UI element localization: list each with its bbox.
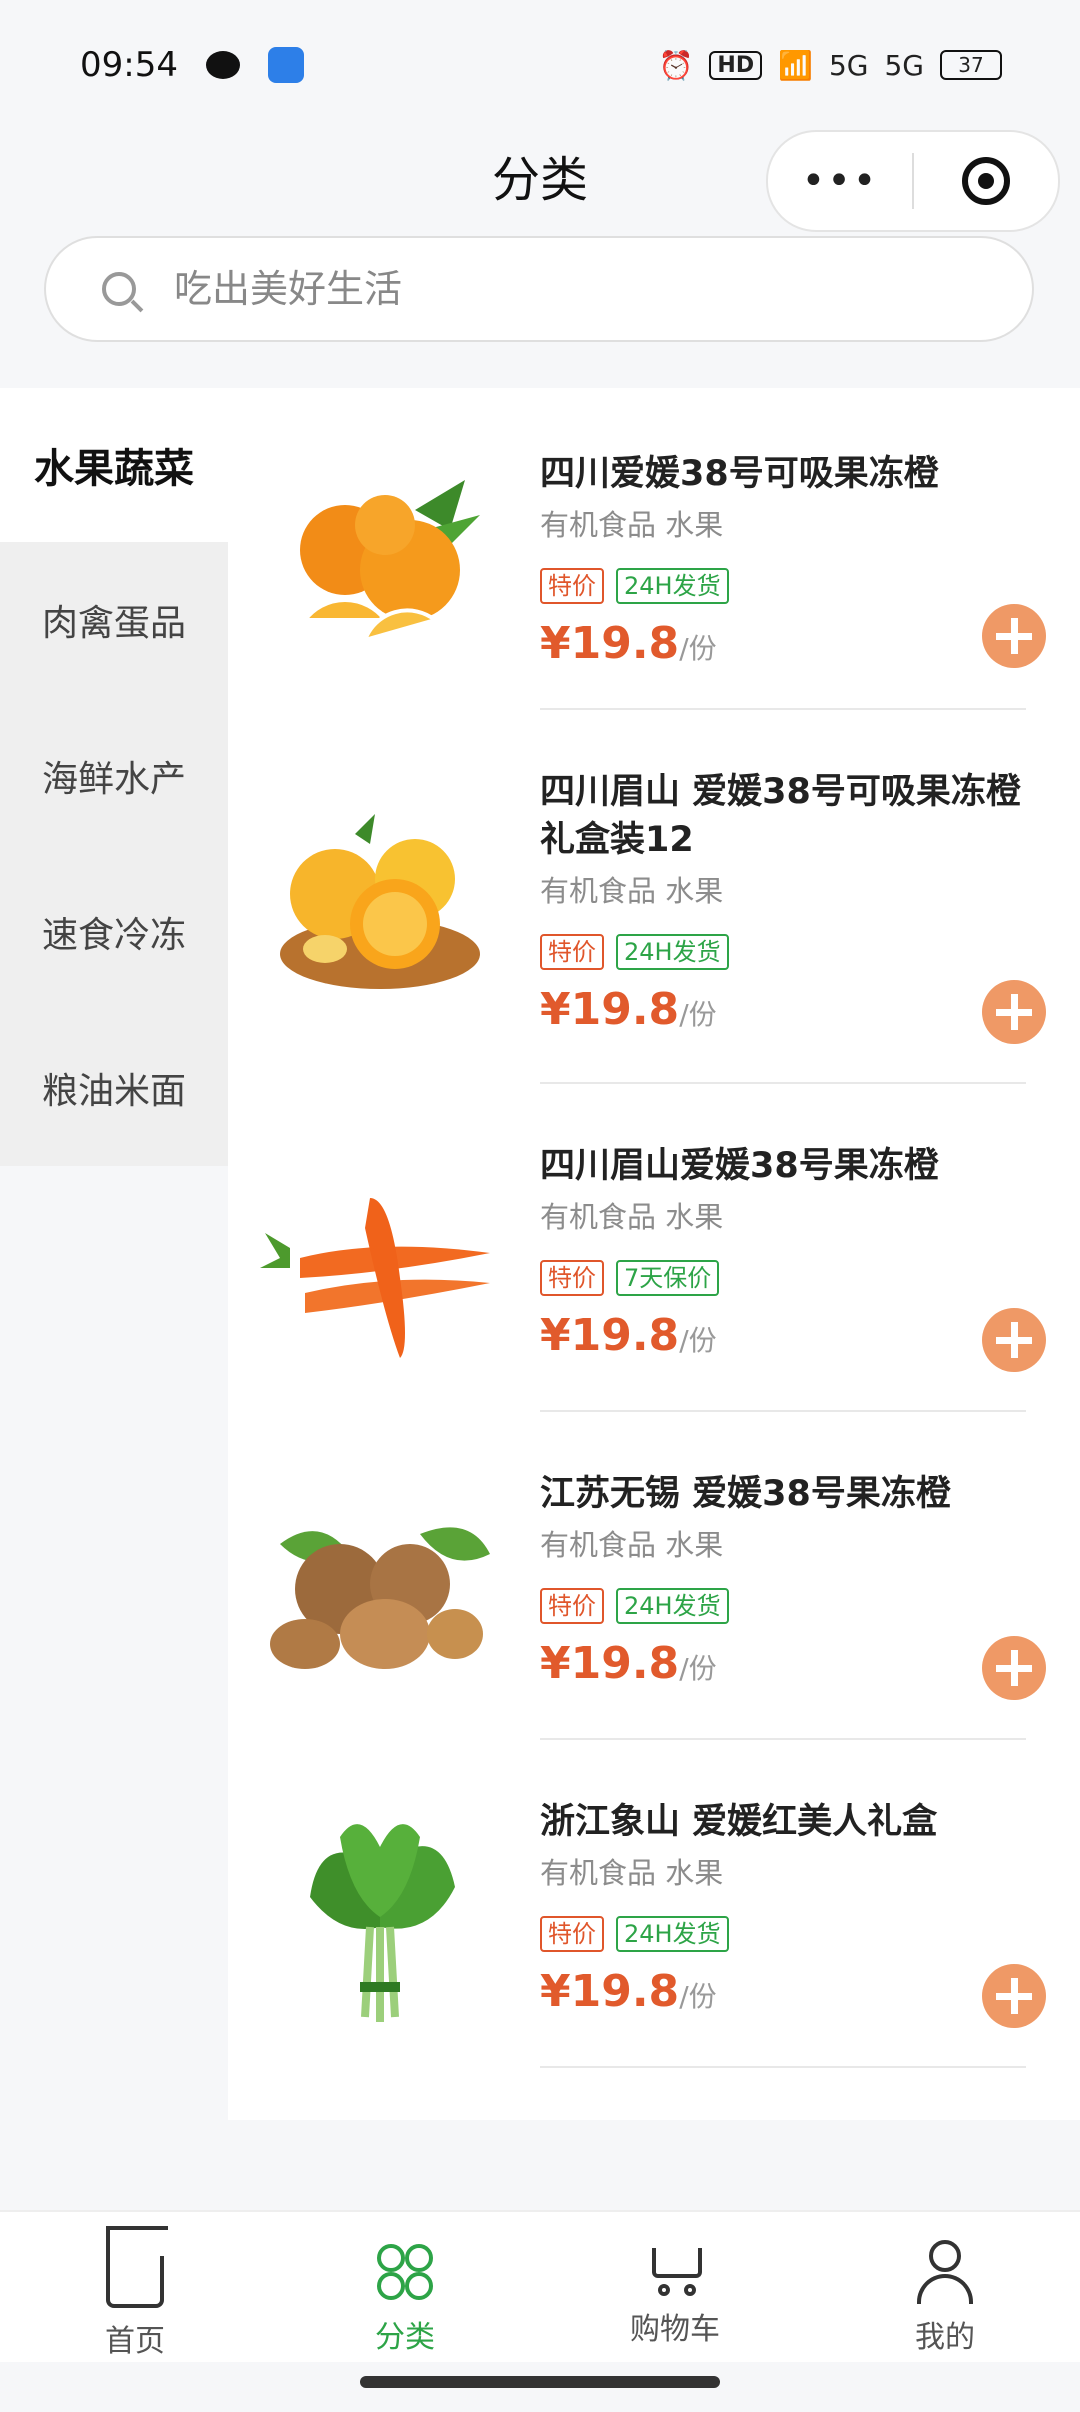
sidebar-item-label: 速食冷冻 [41, 915, 186, 956]
price-value: ¥19.8 [540, 1966, 680, 2017]
status-time: 09:54 [80, 45, 178, 85]
signal-icon-1: 5G [828, 48, 869, 82]
user-icon [915, 2240, 975, 2304]
price-unit: /份 [679, 1324, 717, 1357]
target-icon [962, 157, 1010, 205]
tag-price-protection: 7天保价 [616, 1260, 720, 1296]
product-image-walnut[interactable] [250, 1464, 510, 1724]
product-category: 有机食品 水果 [540, 508, 724, 542]
tab-category[interactable]: 分类 [270, 2212, 540, 2362]
tag-special-price: 特价 [540, 934, 604, 970]
product-name: 四川眉山 爱媛38号可吸果冻橙礼盒装12 [540, 772, 1021, 860]
product-image-orange[interactable] [250, 440, 510, 700]
sidebar-item-label: 粮油米面 [41, 1071, 186, 1112]
price-value: ¥19.8 [540, 1638, 680, 1689]
price-value: ¥19.8 [540, 1310, 680, 1361]
add-to-cart-button[interactable] [982, 980, 1046, 1044]
sidebar-item-fruits-vegetables[interactable]: 水果蔬菜 [0, 388, 228, 542]
alarm-icon: ⏰ [658, 48, 694, 82]
product-category: 有机食品 水果 [540, 874, 724, 908]
product-info: 江苏无锡 爱媛38号果冻橙 有机食品 水果 特价 24H发货 ¥19.8/份 [540, 1470, 1052, 1689]
sidebar-item-meat-eggs[interactable]: 肉禽蛋品 [0, 542, 228, 698]
price-value: ¥19.8 [540, 984, 680, 1035]
search-input[interactable] [172, 266, 876, 312]
bottom-tab-bar: 首页 分类 购物车 我的 [0, 2210, 1080, 2362]
tab-label: 首页 [105, 2324, 165, 2359]
product-price: ¥19.8/份 [540, 1638, 1052, 1689]
product-name: 江苏无锡 爱媛38号果冻橙 [540, 1474, 951, 1514]
tag-special-price: 特价 [540, 1260, 604, 1296]
product-name: 浙江象山 爱媛红美人礼盒 [540, 1802, 938, 1842]
sidebar-item-label: 海鲜水产 [41, 759, 186, 800]
clover-icon [373, 2240, 437, 2304]
mini-program-capsule: ••• [766, 130, 1060, 232]
add-to-cart-button[interactable] [982, 604, 1046, 668]
shield-icon [267, 47, 304, 83]
sidebar-item-label: 肉禽蛋品 [41, 603, 186, 644]
battery-icon: 37 [940, 50, 1002, 80]
cart-icon [644, 2240, 706, 2296]
tag-special-price: 特价 [540, 568, 604, 604]
title-bar: 分类 ••• [0, 130, 1080, 240]
status-bar: 09:54 ⏰ HD 📶 5G 5G 37 [0, 0, 1080, 130]
product-price: ¥19.8/份 [540, 618, 1052, 669]
tab-label: 分类 [375, 2320, 435, 2355]
add-to-cart-button[interactable] [982, 1308, 1046, 1372]
more-dots-icon[interactable]: ••• [768, 158, 912, 204]
price-unit: /份 [679, 632, 717, 665]
product-category: 有机食品 水果 [540, 1856, 724, 1890]
divider [540, 1082, 1026, 1084]
home-icon [106, 2256, 164, 2308]
tag-shipping: 24H发货 [616, 568, 729, 604]
divider [540, 1738, 1026, 1740]
tag-special-price: 特价 [540, 1588, 604, 1624]
product-info: 四川爱媛38号可吸果冻橙 有机食品 水果 特价 24H发货 ¥19.8/份 [540, 450, 1052, 669]
wechat-icon [205, 51, 240, 79]
close-mini-program-button[interactable] [914, 157, 1058, 205]
tab-label: 我的 [915, 2320, 975, 2355]
product-image-orange-basket[interactable] [250, 774, 510, 1034]
tab-mine[interactable]: 我的 [810, 2212, 1080, 2362]
product-price: ¥19.8/份 [540, 1966, 1052, 2017]
signal-icon-2: 5G [884, 48, 924, 82]
divider [540, 708, 1026, 710]
product-category: 有机食品 水果 [540, 1200, 724, 1234]
tag-special-price: 特价 [540, 1916, 604, 1952]
home-indicator[interactable] [360, 2376, 720, 2388]
wifi-icon: 📶 [778, 48, 813, 82]
sidebar-item-seafood[interactable]: 海鲜水产 [0, 698, 228, 854]
tag-shipping: 24H发货 [616, 934, 729, 970]
product-info: 浙江象山 爱媛红美人礼盒 有机食品 水果 特价 24H发货 ¥19.8/份 [540, 1798, 1052, 2017]
divider [540, 1410, 1026, 1412]
sidebar-item-frozen-food[interactable]: 速食冷冻 [0, 854, 228, 1010]
divider [540, 2066, 1026, 2068]
product-info: 四川眉山 爱媛38号可吸果冻橙礼盒装12 有机食品 水果 特价 24H发货 ¥1… [540, 768, 1052, 1035]
price-unit: /份 [679, 1652, 717, 1685]
add-to-cart-button[interactable] [982, 1636, 1046, 1700]
tab-cart[interactable]: 购物车 [540, 2212, 810, 2362]
tag-shipping: 24H发货 [616, 1588, 729, 1624]
product-image-spinach[interactable] [250, 1792, 510, 2052]
product-image-carrot[interactable] [250, 1128, 510, 1388]
product-category: 有机食品 水果 [540, 1528, 724, 1562]
product-price: ¥19.8/份 [540, 984, 1052, 1035]
price-unit: /份 [679, 998, 717, 1031]
hd-icon: HD [709, 50, 763, 80]
search-icon [102, 272, 136, 306]
product-name: 四川爱媛38号可吸果冻橙 [540, 454, 939, 494]
add-to-cart-button[interactable] [982, 1964, 1046, 2028]
price-unit: /份 [679, 1980, 717, 2013]
tab-home[interactable]: 首页 [0, 2212, 270, 2362]
product-name: 四川眉山爱媛38号果冻橙 [540, 1146, 939, 1186]
tag-shipping: 24H发货 [616, 1916, 729, 1952]
price-value: ¥19.8 [540, 618, 680, 669]
product-list: 四川爱媛38号可吸果冻橙 有机食品 水果 特价 24H发货 ¥19.8/份 四川… [228, 388, 1080, 2120]
sidebar-item-label: 水果蔬菜 [34, 446, 194, 492]
category-sidebar: 水果蔬菜 肉禽蛋品 海鲜水产 速食冷冻 粮油米面 [0, 388, 228, 1166]
search-bar[interactable] [44, 236, 1034, 342]
sidebar-item-grain-oil[interactable]: 粮油米面 [0, 1010, 228, 1166]
tab-label: 购物车 [630, 2312, 720, 2347]
product-price: ¥19.8/份 [540, 1310, 1052, 1361]
product-info: 四川眉山爱媛38号果冻橙 有机食品 水果 特价 7天保价 ¥19.8/份 [540, 1142, 1052, 1361]
